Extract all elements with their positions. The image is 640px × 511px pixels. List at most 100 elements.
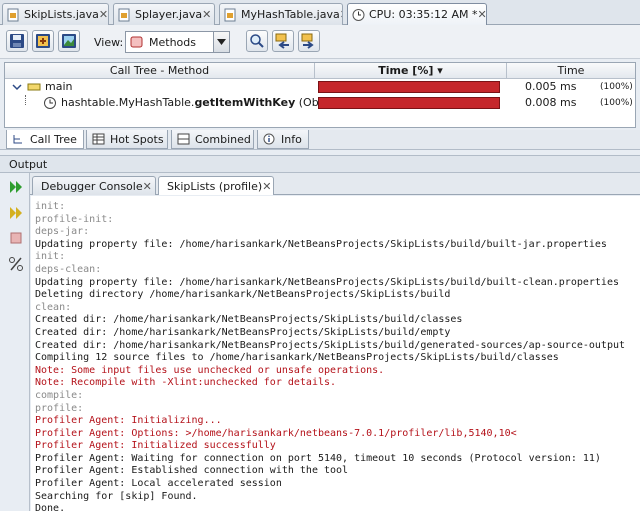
output-side-toolbar [0, 173, 30, 511]
save-snapshot-button[interactable] [6, 30, 28, 52]
tab-label: Splayer.java [135, 8, 203, 21]
view-select[interactable]: Methods [125, 31, 230, 53]
table-row[interactable]: hashtable.MyHashTable.getItemWithKey (Ob… [5, 95, 635, 111]
view-select-value: Methods [149, 35, 196, 49]
tab-label: MyHashTable.java [241, 8, 340, 21]
console-line: Profiler Agent: Initializing... [35, 415, 222, 427]
console-line: clean: [35, 301, 72, 313]
search-icon [250, 34, 264, 48]
export-icon [36, 34, 50, 48]
info-icon [263, 133, 275, 145]
column-header-time[interactable]: Time [507, 63, 635, 79]
tab-call-tree[interactable]: Call Tree [6, 130, 84, 149]
combined-icon [177, 133, 190, 145]
time-percent-text: (100%) [600, 82, 633, 92]
close-icon[interactable]: ✕ [477, 8, 486, 21]
console-line: Updating property file: /home/harisankar… [35, 276, 619, 288]
console-line: compile: [35, 389, 84, 401]
save-icon [10, 34, 24, 48]
tab-splayer-java[interactable]: Splayer.java ✕ [113, 3, 215, 25]
console-line: Updating property file: /home/harisankar… [35, 238, 607, 250]
tab-label: SkipLists.java [24, 8, 99, 21]
tab-label: Hot Spots [110, 132, 164, 146]
close-icon[interactable]: ✕ [262, 180, 271, 193]
time-value: 0.008 ms [525, 96, 577, 109]
close-icon[interactable]: ✕ [340, 8, 342, 21]
time-value: 0.005 ms [525, 80, 577, 93]
console-line: profile-init: [35, 213, 114, 225]
method-name: main [45, 80, 73, 93]
find-button[interactable] [246, 30, 268, 52]
table-row[interactable]: main 0.005 ms (100%) [5, 79, 635, 95]
time-percent-bar [318, 81, 500, 93]
console-line: Done. [35, 503, 66, 511]
console-line: Profiler Agent: Local accelerated sessio… [35, 478, 282, 490]
chevron-down-icon[interactable] [213, 32, 229, 52]
console-line: init: [35, 251, 66, 263]
tab-combined[interactable]: Combined [171, 130, 254, 149]
find-previous-button[interactable] [272, 30, 294, 52]
column-header-method[interactable]: Call Tree - Method [5, 63, 315, 79]
time-percent-bar [318, 97, 500, 109]
tab-label: Call Tree [30, 132, 77, 146]
console-line: Note: Some input files use unchecked or … [35, 364, 385, 376]
export-button[interactable] [32, 30, 54, 52]
tab-cpu-snapshot[interactable]: CPU: 03:35:12 AM * ✕ [347, 3, 487, 25]
tab-info[interactable]: Info [257, 130, 309, 149]
find-next-button[interactable] [298, 30, 320, 52]
console-line: Profiler Agent: Initialized successfully [35, 440, 276, 452]
save-image-button[interactable] [58, 30, 80, 52]
console-line: Searching for [skip] Found. [35, 490, 198, 502]
console-line: profile: [35, 402, 84, 414]
console-line: Deleting directory /home/harisankark/Net… [35, 289, 451, 301]
console-line: Created dir: /home/harisankark/NetBeansP… [35, 339, 626, 351]
settings-button[interactable] [7, 255, 25, 273]
tab-skiplists-java[interactable]: SkipLists.java ✕ [2, 3, 109, 25]
rerun-button[interactable] [7, 178, 25, 196]
rerun-icon [10, 181, 22, 193]
call-tree-table: Call Tree - Method Time [%] ▾ Time main … [4, 62, 636, 128]
editor-tab-bar: SkipLists.java ✕ Splayer.java ✕ MyHashTa… [0, 0, 640, 25]
rerun-with-options-button[interactable] [7, 204, 25, 222]
tab-label: CPU: 03:35:12 AM * [369, 8, 478, 21]
image-icon [62, 34, 76, 48]
tab-myhashtable-java[interactable]: MyHashTable.java ✕ [219, 3, 343, 25]
expand-icon[interactable] [11, 79, 25, 95]
tree-line [25, 95, 26, 105]
java-file-icon [118, 8, 131, 22]
console-line: Profiler Agent: Waiting for connection o… [35, 452, 601, 464]
column-header-time-percent[interactable]: Time [%] ▾ [315, 63, 507, 79]
console-line: Compiling 12 source files to /home/haris… [35, 352, 559, 364]
console-line: deps-clean: [35, 263, 102, 275]
profiler-toolbar: View: Methods [0, 25, 640, 59]
close-icon[interactable]: ✕ [202, 8, 211, 21]
tab-debugger-console[interactable]: Debugger Console ✕ [32, 176, 156, 195]
tab-hot-spots[interactable]: Hot Spots [86, 130, 168, 149]
tab-skiplists-profile[interactable]: SkipLists (profile) ✕ [158, 176, 274, 195]
tab-label: Combined [195, 132, 251, 146]
tab-label: SkipLists (profile) [167, 179, 263, 193]
rerun-icon [10, 207, 22, 219]
close-icon[interactable]: ✕ [99, 8, 108, 21]
arrow-right-icon [301, 33, 314, 49]
stop-icon [10, 232, 22, 244]
output-tab-bar: Debugger Console ✕ SkipLists (profile) ✕ [30, 173, 640, 195]
method-name: hashtable.MyHashTable.getItemWithKey (Ob… [61, 95, 343, 111]
stop-button[interactable] [7, 229, 25, 247]
method-bold-name: getItemWithKey [194, 96, 296, 109]
view-tab-bar: Call Tree Hot Spots Combined Info [0, 130, 640, 150]
methods-icon [130, 36, 143, 48]
console-line: init: [35, 201, 66, 212]
close-icon[interactable]: ✕ [143, 180, 152, 193]
output-window-title: Output [0, 155, 640, 173]
output-console[interactable]: init: profile-init: deps-jar: Updating prop… [31, 196, 640, 511]
clock-icon [352, 8, 365, 22]
java-file-icon [7, 8, 20, 22]
console-line: Profiler Agent: Established connection w… [35, 465, 349, 477]
console-line: Created dir: /home/harisankark/NetBeansP… [35, 326, 451, 338]
call-tree-icon [13, 135, 22, 144]
java-file-icon [224, 8, 237, 22]
console-line: deps-jar: [35, 226, 90, 238]
console-line: Profiler Agent: Options: >/home/harisank… [35, 427, 517, 439]
table-icon [92, 133, 105, 145]
